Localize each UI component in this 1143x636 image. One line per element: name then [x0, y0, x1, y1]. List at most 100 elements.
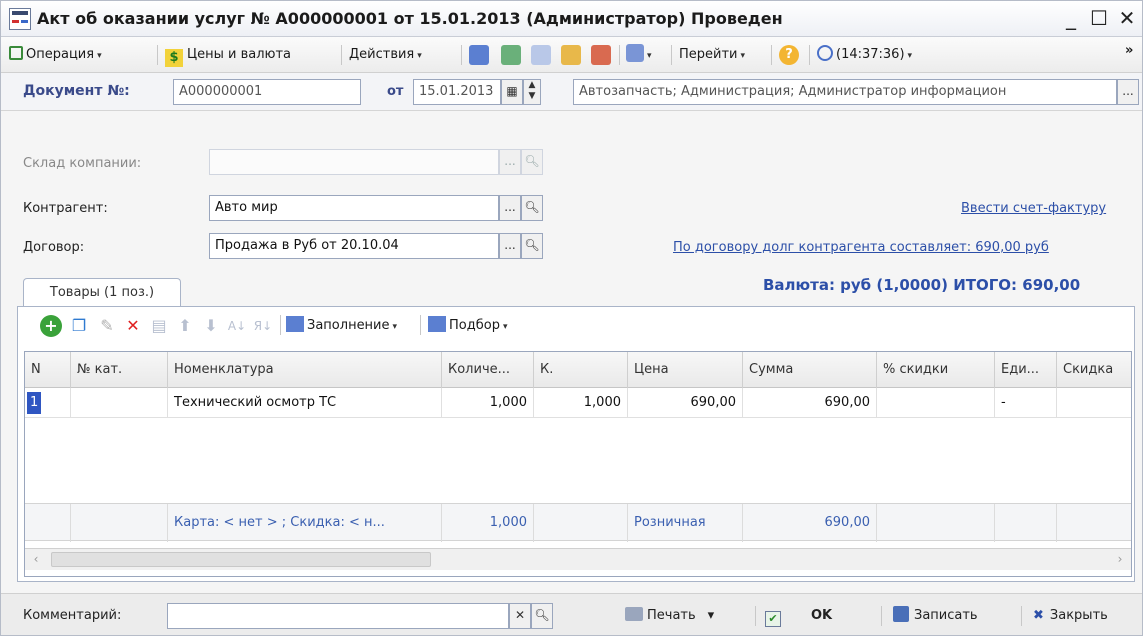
document-number-field[interactable]: А000000001	[173, 79, 361, 105]
table-footer: Карта: < нет > ; Скидка: < н... 1,000 Ро…	[25, 503, 1131, 542]
goto-menu[interactable]: Перейти ▾	[679, 43, 745, 67]
add-row-icon[interactable]: +	[40, 315, 62, 337]
contract-search-icon[interactable]: 🔍︎	[521, 233, 543, 259]
column-header[interactable]: Цена	[628, 352, 743, 388]
clear-comment-icon[interactable]: ✕	[509, 603, 531, 629]
column-header[interactable]: N	[25, 352, 71, 388]
warehouse-field	[209, 149, 499, 175]
contract-field[interactable]: Продажа в Руб от 20.10.04	[209, 233, 499, 259]
date-spin-icon[interactable]: ▲ ▼	[523, 79, 541, 105]
footer-cell	[25, 504, 71, 542]
selection-menu[interactable]: Подбор ▾	[428, 314, 507, 338]
discount-cell[interactable]	[1057, 388, 1131, 418]
help-button[interactable]: ?	[779, 43, 799, 67]
move-up-icon: ⬆	[178, 316, 192, 335]
quantity-cell[interactable]: 1,000	[442, 388, 534, 418]
column-header[interactable]: Скидка	[1057, 352, 1131, 388]
fill-icon	[286, 316, 304, 332]
movements-icon[interactable]	[561, 45, 581, 65]
operation-menu[interactable]: Операция ▾	[9, 43, 102, 67]
time-menu[interactable]: (14:37:36) ▾	[817, 43, 912, 67]
column-header[interactable]: Еди...	[995, 352, 1057, 388]
fill-menu[interactable]: Заполнение ▾	[286, 314, 397, 338]
contractor-select-button[interactable]: ...	[499, 195, 521, 221]
row-number-cell[interactable]: 1	[25, 388, 71, 418]
post-document-icon[interactable]	[469, 45, 489, 65]
table-toolbar: + ❐ ✎ ✕ ▤ ⬆ ⬇ A↓ Я↓ Заполнение ▾ Подбор ▾	[18, 307, 1134, 343]
catalog-number-cell[interactable]	[71, 388, 168, 418]
contractor-debt-link[interactable]: По договору долг контрагента составляет:…	[673, 240, 1049, 255]
prices-currency-button[interactable]: $ Цены и валюта	[165, 43, 291, 67]
organization-field[interactable]: Автозапчасть; Администрация; Администрат…	[573, 79, 1117, 105]
toolbar-separator	[881, 606, 882, 626]
scrollbar-thumb[interactable]	[51, 552, 431, 567]
delete-row-icon[interactable]: ✕	[122, 315, 144, 337]
unit-cell[interactable]: -	[995, 388, 1057, 418]
contract-select-button[interactable]: ...	[499, 233, 521, 259]
sort-ascending-icon: A↓	[227, 319, 247, 333]
column-header[interactable]: % скидки	[877, 352, 995, 388]
comment-search-icon[interactable]: 🔍︎	[531, 603, 553, 629]
footer-cell	[1057, 504, 1131, 542]
horizontal-scrollbar[interactable]: ‹ ›	[25, 548, 1131, 570]
contractor-search-icon[interactable]: 🔍︎	[521, 195, 543, 221]
document-app-icon	[9, 8, 31, 30]
dollar-icon: $	[165, 49, 183, 67]
toolbar-more-button[interactable]: »	[1125, 39, 1133, 63]
close-icon: ✖	[1033, 608, 1044, 623]
coefficient-cell[interactable]: 1,000	[534, 388, 628, 418]
goods-tab-panel: + ❐ ✎ ✕ ▤ ⬆ ⬇ A↓ Я↓ Заполнение ▾ Подбор ▾ …	[17, 306, 1135, 582]
date-field[interactable]: 15.01.2013	[413, 79, 501, 105]
ok-button[interactable]: ✔ OK	[765, 604, 832, 628]
toolbar-separator	[1021, 606, 1022, 626]
warehouse-search-icon: 🔍︎	[521, 149, 543, 175]
close-button[interactable]: ✖ Закрыть	[1033, 604, 1108, 628]
copy-document-icon[interactable]	[531, 45, 551, 65]
contractor-field[interactable]: Авто мир	[209, 195, 499, 221]
column-header[interactable]: Количе...	[442, 352, 534, 388]
organization-select-button[interactable]: ...	[1117, 79, 1139, 105]
structure-icon[interactable]	[591, 45, 611, 65]
tab-goods[interactable]: Товары (1 поз.)	[23, 278, 181, 307]
close-window-button[interactable]: ✕	[1114, 5, 1140, 31]
price-cell[interactable]: 690,00	[628, 388, 743, 418]
warehouse-label: Склад компании:	[23, 156, 142, 171]
comment-label: Комментарий:	[23, 608, 122, 623]
discount-percent-cell[interactable]	[877, 388, 995, 418]
comment-field[interactable]	[167, 603, 509, 629]
table-header: N № кат. Номенклатура Количе... К. Цена …	[25, 352, 1131, 388]
enter-based-on-menu[interactable]: ▾	[626, 43, 652, 67]
toolbar-separator	[809, 45, 810, 65]
footer-cell	[877, 504, 995, 542]
table-row[interactable]: 1 Технический осмотр ТС 1,000 1,000 690,…	[25, 388, 1131, 418]
scroll-right-icon[interactable]: ›	[1111, 551, 1129, 568]
column-header[interactable]: Сумма	[743, 352, 877, 388]
column-header[interactable]: К.	[534, 352, 628, 388]
footer-quantity-total: 1,000	[442, 504, 534, 542]
printer-icon	[625, 607, 643, 621]
footer-card-discount: Карта: < нет > ; Скидка: < н...	[168, 504, 442, 542]
minimize-button[interactable]: _	[1058, 5, 1084, 31]
nomenclature-cell[interactable]: Технический осмотр ТС	[168, 388, 442, 418]
print-button[interactable]: Печать ▾	[625, 604, 714, 628]
copy-row-icon[interactable]: ❐	[68, 315, 90, 337]
goods-table: N № кат. Номенклатура Количе... К. Цена …	[24, 351, 1132, 577]
help-icon: ?	[779, 45, 799, 65]
date-label: от	[387, 84, 404, 99]
clock-icon	[817, 45, 833, 61]
column-header[interactable]: № кат.	[71, 352, 168, 388]
footer-price-type: Розничная	[628, 504, 743, 542]
move-down-icon: ⬇	[204, 316, 218, 335]
toolbar-separator	[461, 45, 462, 65]
enter-invoice-link[interactable]: Ввести счет-фактуру	[961, 201, 1106, 216]
maximize-button[interactable]: ☐	[1086, 5, 1112, 31]
toolbar-separator	[671, 45, 672, 65]
sum-cell[interactable]: 690,00	[743, 388, 877, 418]
actions-menu[interactable]: Действия ▾	[349, 43, 422, 67]
refresh-icon[interactable]	[501, 45, 521, 65]
save-button[interactable]: Записать	[893, 604, 978, 628]
sort-descending-icon: Я↓	[253, 319, 273, 333]
calendar-icon[interactable]: ▦	[501, 79, 523, 105]
column-header[interactable]: Номенклатура	[168, 352, 442, 388]
scroll-left-icon[interactable]: ‹	[27, 551, 45, 568]
